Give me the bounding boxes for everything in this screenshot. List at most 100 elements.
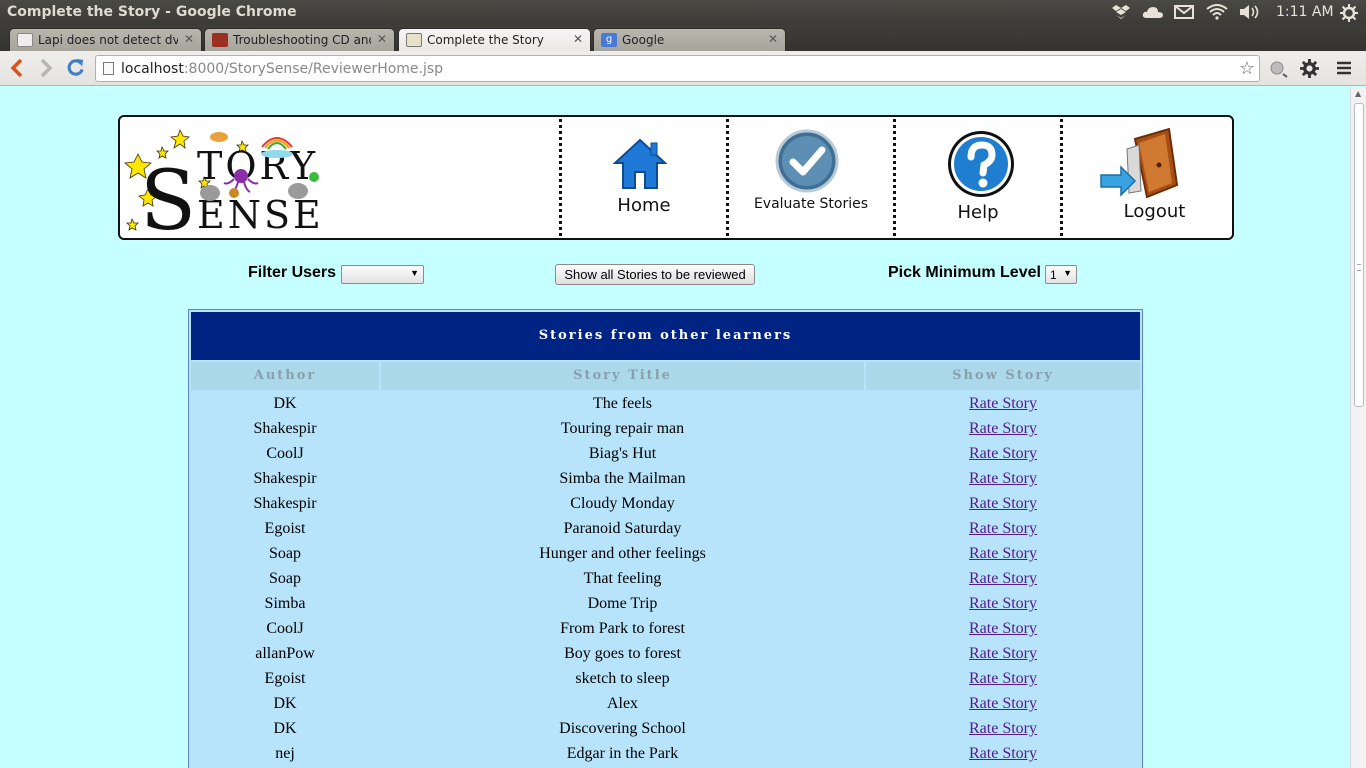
rate-story-link[interactable]: Rate Story [969, 520, 1037, 537]
svg-text:TORY: TORY [197, 144, 318, 188]
scroll-up-arrow-icon[interactable]: ▲ [1355, 89, 1361, 98]
clock[interactable]: 1:11 AM [1276, 4, 1334, 20]
tab-label: Lapi does not detect dvd [38, 33, 178, 47]
table-caption: Stories from other learners [191, 312, 1140, 360]
stories-table: Stories from other learners Author Story… [188, 309, 1143, 768]
rate-story-link[interactable]: Rate Story [969, 620, 1037, 637]
story-title-cell: From Park to forest [560, 620, 685, 637]
story-title-cell: Touring repair man [560, 420, 685, 437]
min-level-value: 1 [1050, 268, 1057, 282]
power-gear-icon[interactable] [1340, 4, 1358, 26]
url-path: :8000/StorySense/ReviewerHome.jsp [183, 61, 444, 77]
rate-story-link[interactable]: Rate Story [969, 445, 1037, 462]
page-icon [103, 62, 114, 75]
table-row: Egoist Paranoid Saturday Rate Story [191, 517, 1140, 542]
show-all-stories-button[interactable]: Show all Stories to be reviewed [555, 264, 755, 285]
rate-story-link[interactable]: Rate Story [969, 720, 1037, 737]
logout-door-icon [1100, 127, 1179, 199]
google-icon: g [601, 33, 617, 47]
nav-evaluate-stories[interactable]: Evaluate Stories [726, 119, 893, 236]
tab-complete-the-story[interactable]: Complete the Story ✕ [398, 28, 591, 52]
author-cell: DK [273, 695, 297, 712]
reload-icon[interactable] [66, 58, 85, 82]
tab-google[interactable]: g Google ✕ [593, 28, 786, 51]
min-level-select[interactable]: 1 ▼ [1045, 265, 1077, 284]
back-icon[interactable] [10, 58, 24, 83]
author-cell: Egoist [264, 670, 306, 687]
rate-story-link[interactable]: Rate Story [969, 495, 1037, 512]
table-row: DK Alex Rate Story [191, 692, 1140, 717]
author-cell: Shakespir [253, 495, 317, 512]
filter-users-select[interactable]: ▼ [341, 265, 424, 284]
story-title-cell: That feeling [583, 570, 662, 587]
author-cell: Shakespir [253, 470, 317, 487]
rate-story-link[interactable]: Rate Story [969, 470, 1037, 487]
home-icon [613, 138, 667, 189]
nav-help[interactable]: Help [893, 119, 1060, 236]
page-scrollbar[interactable]: ▲ [1350, 87, 1366, 768]
rate-story-link[interactable]: Rate Story [969, 595, 1037, 612]
nav-help-label: Help [957, 202, 999, 223]
rate-story-link[interactable]: Rate Story [969, 420, 1037, 437]
author-cell: nej [275, 745, 295, 762]
min-level-label: Pick Minimum Level [888, 264, 1041, 281]
story-title-cell: Hunger and other feelings [539, 545, 706, 562]
author-cell: Simba [264, 595, 306, 612]
svg-text:ENSE: ENSE [197, 193, 324, 236]
rate-story-link[interactable]: Rate Story [969, 670, 1037, 687]
dropbox-icon[interactable] [1112, 4, 1130, 24]
rate-story-link[interactable]: Rate Story [969, 745, 1037, 762]
close-icon[interactable]: ✕ [573, 32, 583, 46]
rate-story-link[interactable]: Rate Story [969, 695, 1037, 712]
table-row: Shakespir Simba the Mailman Rate Story [191, 467, 1140, 492]
author-cell: allanPow [255, 645, 315, 662]
url-text[interactable]: localhost:8000/StorySense/ReviewerHome.j… [121, 61, 443, 77]
page-viewport: S TORY ENSE Home Evaluate Stories Help L… [0, 87, 1350, 768]
menu-icon[interactable] [1336, 60, 1352, 81]
close-icon[interactable]: ✕ [184, 32, 194, 46]
page-favicon-icon [17, 33, 33, 47]
story-title-cell: Dome Trip [587, 595, 658, 612]
nav-logout-label: Logout [1123, 201, 1186, 222]
close-icon[interactable]: ✕ [768, 32, 778, 46]
volume-icon[interactable] [1239, 4, 1261, 24]
rate-story-link[interactable]: Rate Story [969, 645, 1037, 662]
tab-lapi[interactable]: Lapi does not detect dvd ✕ [9, 28, 202, 51]
close-icon[interactable]: ✕ [377, 32, 387, 46]
cloud-icon[interactable] [1142, 4, 1164, 24]
extension-icon[interactable] [1269, 60, 1289, 83]
nav-logout[interactable]: Logout [1060, 119, 1230, 236]
show-story-cell: Rate Story [866, 570, 1140, 588]
mail-icon[interactable] [1174, 4, 1194, 24]
url-host: localhost [121, 61, 184, 77]
story-title-cell: Simba the Mailman [559, 470, 686, 487]
wifi-icon[interactable] [1206, 4, 1228, 24]
show-story-cell: Rate Story [866, 495, 1140, 513]
table-row: DK The feels Rate Story [191, 392, 1140, 417]
author-cell: CoolJ [266, 445, 304, 462]
dropdown-arrow-icon: ▼ [1063, 268, 1072, 278]
rate-story-link[interactable]: Rate Story [969, 395, 1037, 412]
nav-home[interactable]: Home [559, 119, 726, 236]
author-cell: Soap [269, 545, 301, 562]
storysense-logo[interactable]: S TORY ENSE [122, 121, 558, 236]
rate-story-link[interactable]: Rate Story [969, 570, 1037, 587]
story-title-cell: Paranoid Saturday [563, 520, 682, 537]
story-title-cell: Discovering School [559, 720, 686, 737]
table-row: DK Discovering School Rate Story [191, 717, 1140, 742]
tab-troubleshooting[interactable]: Troubleshooting CD and I ✕ [204, 28, 395, 51]
window-titlebar: Complete the Story - Google Chrome 1:11 … [0, 0, 1366, 25]
story-title-cell: Cloudy Monday [570, 495, 675, 512]
story-title-cell: Edgar in the Park [566, 745, 679, 762]
scroll-thumb[interactable] [1354, 103, 1364, 407]
tab-label: Google [622, 33, 665, 47]
bookmark-star-icon[interactable]: ☆ [1239, 58, 1255, 79]
table-row: Soap That feeling Rate Story [191, 567, 1140, 592]
tab-label: Troubleshooting CD and I [233, 33, 371, 47]
column-header-show-story: Show Story [866, 362, 1140, 390]
rate-story-link[interactable]: Rate Story [969, 545, 1037, 562]
browser-toolbar: localhost:8000/StorySense/ReviewerHome.j… [0, 51, 1366, 86]
settings-icon[interactable] [1300, 59, 1319, 83]
forward-icon[interactable] [39, 58, 53, 83]
address-bar[interactable]: localhost:8000/StorySense/ReviewerHome.j… [95, 55, 1260, 82]
